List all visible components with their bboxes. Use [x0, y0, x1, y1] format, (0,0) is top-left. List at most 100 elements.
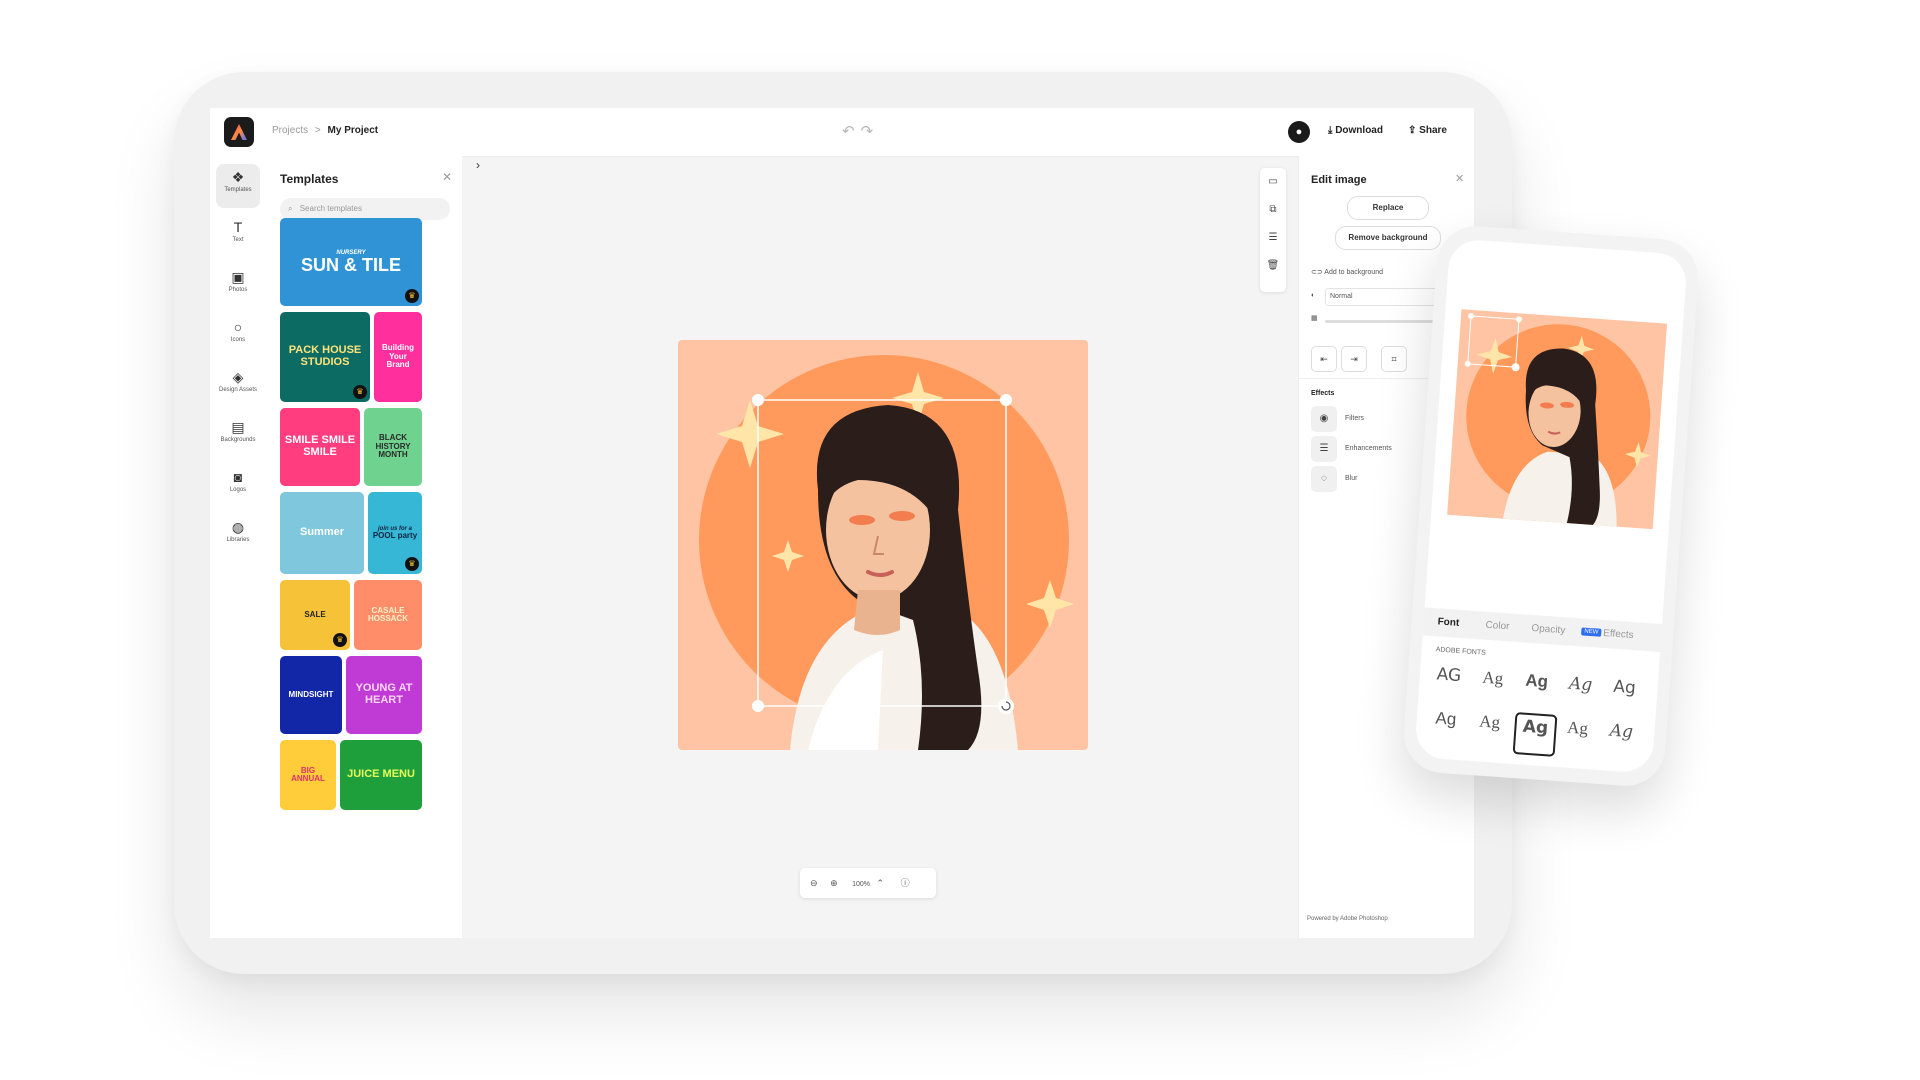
font-option[interactable]: Ag: [1516, 668, 1557, 709]
font-option[interactable]: Ag: [1469, 709, 1510, 750]
template-thumbnail[interactable]: PACK HOUSE STUDIOS ♛: [280, 312, 370, 402]
template-title: YOUNG AT HEART: [355, 682, 413, 706]
download-label: Download: [1335, 125, 1383, 136]
redo-icon[interactable]: ↷: [861, 123, 880, 140]
flip-vertical-icon[interactable]: ⇥: [1341, 346, 1367, 372]
tab-opacity[interactable]: Opacity: [1531, 623, 1566, 636]
template-thumbnail[interactable]: NURSERY SUN & TILE ♛: [280, 218, 422, 306]
undo-icon[interactable]: ↶: [842, 123, 861, 140]
zoom-level[interactable]: 100%: [852, 881, 870, 888]
powered-by: Powered by Adobe Photoshop: [1307, 916, 1388, 922]
font-sample: Ag: [1612, 676, 1637, 699]
font-option[interactable]: Ag: [1472, 665, 1513, 706]
rail-item-label: Backgrounds: [220, 437, 256, 443]
image-icon[interactable]: ▭: [1260, 168, 1286, 196]
rail-item-photos[interactable]: ▣ Photos: [216, 264, 260, 308]
download-button[interactable]: ⤓ Download: [1328, 125, 1383, 136]
effect-blur[interactable]: Blur: [1345, 475, 1357, 482]
search-icon: ⌕: [288, 204, 293, 213]
font-option[interactable]: Ag: [1557, 715, 1598, 756]
font-option[interactable]: Ag: [1601, 718, 1642, 759]
rail-item-icons[interactable]: ○ Icons: [216, 314, 260, 358]
blend-mode-icon: ◐: [1311, 292, 1316, 299]
template-thumbnail[interactable]: SMILE SMILE SMILE: [280, 408, 360, 486]
font-option[interactable]: AG: [1428, 662, 1469, 703]
canvas-artwork: [699, 355, 1074, 750]
blend-mode-select[interactable]: Normal: [1325, 288, 1441, 306]
delete-icon[interactable]: 🗑: [1260, 252, 1286, 280]
left-rail: ❖ Templates T Text ▣ Photos ○ Icons ◈ Design Asse…: [210, 156, 267, 938]
undo-redo: ↶↷: [842, 122, 879, 140]
tab-font[interactable]: Font: [1437, 616, 1459, 628]
close-icon[interactable]: ✕: [442, 170, 452, 184]
template-title: PACK HOUSE STUDIOS: [288, 344, 362, 368]
tab-color[interactable]: Color: [1485, 620, 1510, 633]
template-thumbnail[interactable]: BLACK HISTORY MONTH: [364, 408, 422, 486]
zoom-out-icon[interactable]: ⊖: [810, 878, 818, 888]
font-sample: Ag: [1524, 670, 1549, 692]
enhancements-icon[interactable]: ☰: [1311, 436, 1337, 462]
rail-item-libraries[interactable]: ◍ Libraries: [216, 514, 260, 558]
add-to-background-toggle[interactable]: ⊂⊃ Add to background: [1311, 268, 1383, 276]
templates-panel-title: Templates: [280, 172, 339, 186]
template-thumbnail[interactable]: join us for a POOL party ♛: [368, 492, 422, 574]
collapse-panel-icon[interactable]: ›: [476, 158, 480, 172]
align-icon[interactable]: ☰: [1260, 224, 1286, 252]
add-to-background-label: Add to background: [1324, 269, 1384, 276]
rail-item-logos[interactable]: ◙ Logos: [216, 464, 260, 508]
opacity-icon: ▦: [1311, 315, 1318, 322]
font-option[interactable]: Ag: [1560, 671, 1601, 712]
zoom-in-icon[interactable]: ⊕: [830, 878, 838, 888]
libraries-icon: ◍: [231, 519, 245, 535]
rail-item-templates[interactable]: ❖ Templates: [216, 164, 260, 208]
font-sample: Ag: [1481, 667, 1504, 689]
template-thumbnail[interactable]: YOUNG AT HEART: [346, 656, 422, 734]
template-thumbnail[interactable]: Building Your Brand: [374, 312, 422, 402]
templates-panel: Templates ✕ ⌕ Search templates NURSERY SU…: [266, 156, 462, 938]
breadcrumb: Projects > My Project: [272, 125, 378, 136]
blur-icon[interactable]: ◌: [1311, 466, 1337, 492]
template-thumbnail[interactable]: JUICE MENU: [340, 740, 422, 810]
close-icon[interactable]: ✕: [1455, 172, 1464, 185]
font-sample: Ag: [1434, 708, 1457, 729]
effect-enhancements[interactable]: Enhancements: [1345, 445, 1392, 452]
share-button[interactable]: ⇪ Share: [1408, 125, 1447, 136]
design-canvas[interactable]: [678, 340, 1088, 750]
template-thumbnail[interactable]: BIG ANNUAL: [280, 740, 336, 810]
phone-canvas[interactable]: [1447, 309, 1668, 530]
template-title: SUN & TILE: [300, 254, 401, 275]
search-templates-input[interactable]: ⌕ Search templates: [280, 198, 450, 220]
crop-icon[interactable]: ⌗: [1381, 346, 1407, 372]
effect-filters[interactable]: Filters: [1345, 415, 1364, 422]
replace-button[interactable]: Replace: [1347, 196, 1429, 220]
adobe-fonts-label: ADOBE FONTS: [1435, 646, 1486, 657]
rail-item-text[interactable]: T Text: [216, 214, 260, 258]
rail-item-backgrounds[interactable]: ▤ Backgrounds: [216, 414, 260, 458]
logo-mark-icon: [231, 124, 247, 140]
template-thumbnail[interactable]: MINDSIGHT: [280, 656, 342, 734]
template-thumbnail[interactable]: Summer: [280, 492, 364, 574]
template-title: CASALE HOSSACK: [367, 605, 408, 623]
filters-icon[interactable]: ◉: [1311, 406, 1337, 432]
font-option[interactable]: Ag: [1425, 706, 1466, 747]
font-option[interactable]: Ag: [1604, 674, 1645, 715]
rail-item-design-assets[interactable]: ◈ Design Assets: [216, 364, 260, 408]
layers-icon[interactable]: ⧉: [1260, 196, 1286, 224]
chevron-up-icon[interactable]: ⌃: [877, 878, 885, 888]
font-option[interactable]: Ag: [1512, 712, 1558, 757]
adobe-express-logo[interactable]: [224, 117, 254, 147]
template-thumbnail[interactable]: CASALE HOSSACK: [354, 580, 422, 650]
info-icon[interactable]: ⓘ: [901, 878, 910, 888]
remove-background-button[interactable]: Remove background: [1335, 226, 1441, 250]
new-badge: NEW: [1581, 627, 1602, 637]
template-thumbnail[interactable]: SALE ♛: [280, 580, 350, 650]
phone-canvas-artwork: [1464, 312, 1651, 527]
opacity-slider[interactable]: [1325, 320, 1435, 323]
breadcrumb-parent[interactable]: Projects: [272, 125, 308, 136]
user-avatar-icon[interactable]: ●: [1288, 121, 1310, 143]
download-icon: ⤓: [1328, 125, 1333, 136]
templates-icon: ❖: [231, 169, 245, 185]
flip-horizontal-icon[interactable]: ⇤: [1311, 346, 1337, 372]
breadcrumb-current: My Project: [327, 125, 379, 136]
tab-effects[interactable]: Effects: [1603, 628, 1634, 641]
